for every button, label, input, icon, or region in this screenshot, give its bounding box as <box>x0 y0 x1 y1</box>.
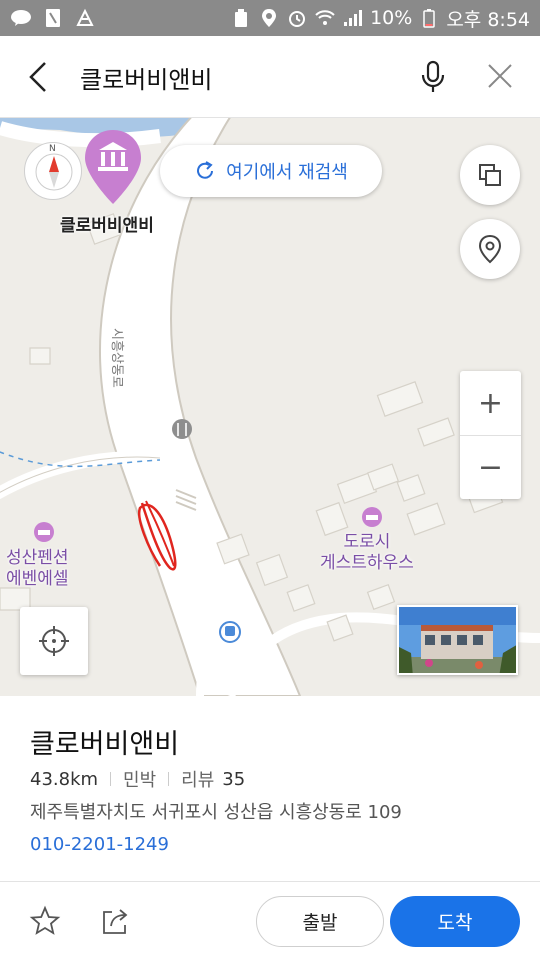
pin-label: 클로버비앤비 <box>60 216 154 236</box>
address: 제주특별자치도 서귀포시 성산읍 시흥상동로 109 <box>30 802 402 823</box>
share-icon <box>103 909 128 934</box>
talk-icon <box>10 7 32 29</box>
phone-link[interactable]: 010-2201-1249 <box>30 834 169 855</box>
set-start-button[interactable]: 출발 <box>256 896 384 947</box>
zoom-out-button[interactable]: − <box>460 435 521 499</box>
back-button[interactable] <box>20 57 56 97</box>
crosshair-icon <box>39 626 69 656</box>
status-bar: 10% 오후 8:54 <box>0 0 540 36</box>
restaurant-poi-icon[interactable] <box>172 419 192 439</box>
mic-icon <box>421 60 445 92</box>
app-icon <box>74 7 96 29</box>
place-marker-button[interactable] <box>460 219 520 279</box>
distance: 43.8km <box>30 768 99 790</box>
zoom-in-button[interactable]: + <box>460 371 521 435</box>
compass-button[interactable]: N <box>24 142 82 200</box>
review-count[interactable]: 35 <box>222 769 245 790</box>
bus-stop-icon[interactable] <box>219 621 241 643</box>
voice-search-button[interactable] <box>415 56 451 98</box>
favorite-button[interactable] <box>28 904 62 938</box>
poi-label[interactable]: 도로시 게스트하우스 <box>320 532 414 574</box>
alarm-icon <box>286 7 308 29</box>
location-pin-icon <box>478 234 502 264</box>
my-location-button[interactable] <box>20 607 88 675</box>
poi-label[interactable]: 성산펜션 에벤에셀 <box>6 548 69 590</box>
place-info-panel[interactable]: 클로버비앤비 43.8km 민박 리뷰 35 제주특별자치도 서귀포시 성산읍 … <box>0 696 540 882</box>
action-bar: 출발 도착 <box>0 882 540 960</box>
star-icon <box>29 905 61 935</box>
search-header: 클로버비앤비 <box>0 36 540 118</box>
back-arrow-icon <box>29 62 46 92</box>
recycle-icon <box>230 7 252 29</box>
museum-icon <box>85 130 141 204</box>
set-destination-button[interactable]: 도착 <box>390 896 520 947</box>
lodging-poi-icon[interactable] <box>34 522 54 542</box>
close-icon <box>488 64 512 88</box>
clock: 오후 8:54 <box>446 8 530 31</box>
location-icon <box>258 7 280 29</box>
place-name: 클로버비앤비 <box>30 729 180 760</box>
map-layers-button[interactable] <box>460 145 520 205</box>
lodging-poi-icon[interactable] <box>362 507 382 527</box>
search-query[interactable]: 클로버비앤비 <box>80 60 212 95</box>
status-notifications <box>10 7 96 29</box>
divider <box>168 772 170 786</box>
battery-icon <box>418 7 440 29</box>
signal-icon <box>342 7 364 29</box>
refresh-icon <box>197 161 214 179</box>
road-name-label: 시흥상동로 <box>109 328 124 388</box>
research-here-button[interactable]: 여기에서 재검색 <box>160 145 382 197</box>
zoom-controls: + − <box>460 371 521 499</box>
review-label: 리뷰 <box>181 770 215 791</box>
layers-icon <box>479 164 501 186</box>
status-system: 10% 오후 8:54 <box>230 5 530 32</box>
battery-percent: 10% <box>370 7 413 29</box>
selected-place-pin[interactable] <box>83 128 143 206</box>
place-meta-row: 43.8km 민박 리뷰 35 <box>30 766 245 792</box>
poi-label-line: 게스트하우스 <box>320 553 414 573</box>
category: 민박 <box>123 770 157 791</box>
divider <box>110 772 112 786</box>
building-photo-image <box>399 607 516 673</box>
map-view[interactable]: 시흥상동로 N 클로버비앤비 여기에서 재검색 + − 성산펜션 에벤에셀 도로… <box>0 118 540 696</box>
compass-north-label: N <box>49 144 56 154</box>
close-button[interactable] <box>482 58 518 94</box>
screen: 10% 오후 8:54 클로버비앤비 시흥상동로 N 클로버비앤비 여기에서 재… <box>0 0 540 960</box>
research-here-label: 여기에서 재검색 <box>226 162 348 183</box>
poi-label-line: 에벤에셀 <box>6 569 69 589</box>
poi-label-line: 성산펜션 <box>6 548 69 568</box>
poi-label-line: 도로시 <box>343 532 391 552</box>
wifi-icon <box>314 7 336 29</box>
share-button[interactable] <box>98 904 132 938</box>
place-photo-thumbnail[interactable] <box>397 605 518 675</box>
notification-icon <box>42 7 64 29</box>
